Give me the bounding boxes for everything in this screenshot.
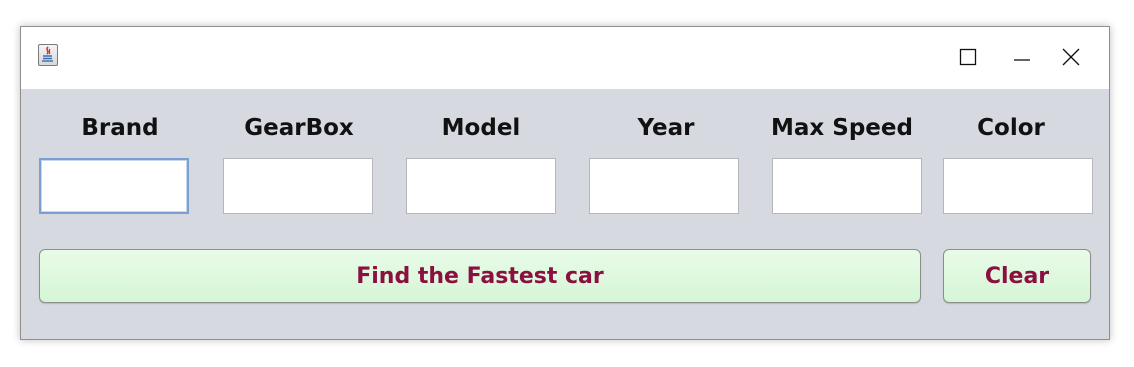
minimize-button[interactable] bbox=[1002, 37, 1042, 77]
color-input[interactable] bbox=[943, 158, 1093, 214]
title-bar[interactable] bbox=[21, 27, 1109, 89]
close-icon bbox=[1062, 48, 1080, 66]
maximize-button[interactable] bbox=[948, 37, 988, 77]
label-max-speed: Max Speed bbox=[771, 115, 913, 141]
label-brand: Brand bbox=[81, 115, 159, 141]
java-app-icon[interactable] bbox=[38, 44, 58, 66]
maximize-icon bbox=[959, 48, 977, 66]
label-gearbox: GearBox bbox=[244, 115, 354, 141]
minimize-icon bbox=[1014, 59, 1030, 61]
max-speed-input[interactable] bbox=[772, 158, 922, 214]
clear-button[interactable]: Clear bbox=[943, 249, 1091, 303]
brand-input[interactable] bbox=[39, 158, 189, 214]
label-model: Model bbox=[441, 115, 521, 141]
year-input[interactable] bbox=[589, 158, 739, 214]
find-fastest-car-button[interactable]: Find the Fastest car bbox=[39, 249, 921, 303]
label-color: Color bbox=[977, 115, 1045, 141]
model-input[interactable] bbox=[406, 158, 556, 214]
gearbox-input[interactable] bbox=[223, 158, 373, 214]
close-button[interactable] bbox=[1051, 37, 1091, 77]
app-window: Brand GearBox Model Year Max Speed Color… bbox=[20, 26, 1110, 340]
label-year: Year bbox=[637, 115, 695, 141]
